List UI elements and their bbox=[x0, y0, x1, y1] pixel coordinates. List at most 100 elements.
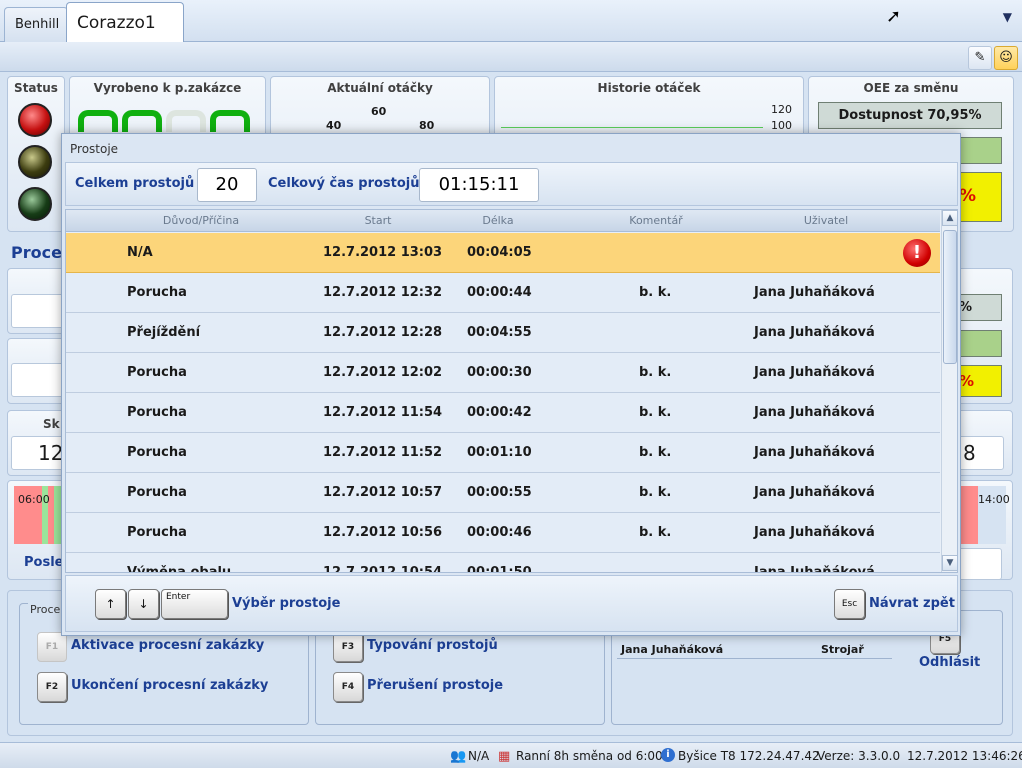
col-reason[interactable]: Důvod/Příčina bbox=[126, 214, 276, 227]
cell-comment: b. k. bbox=[639, 285, 672, 300]
cell-length: 00:00:44 bbox=[467, 285, 532, 300]
counter-digit bbox=[78, 110, 118, 132]
back-button[interactable]: Návrat zpět bbox=[869, 596, 955, 611]
cell-start: 12.7.2012 10:54 bbox=[323, 565, 443, 573]
users-icon: 👥 bbox=[450, 749, 467, 764]
right-input bbox=[958, 548, 1002, 580]
settings-tools-icon[interactable]: ✎ bbox=[968, 46, 992, 70]
mouse-cursor-icon: ➚ bbox=[886, 6, 902, 27]
cell-length: 00:01:10 bbox=[467, 445, 532, 460]
status-light-green bbox=[18, 187, 52, 221]
col-user[interactable]: Uživatel bbox=[766, 214, 886, 227]
left-input bbox=[11, 294, 65, 328]
gauge-tick: 80 bbox=[419, 119, 435, 132]
status-light-red bbox=[18, 103, 52, 137]
sku-value: 12 bbox=[11, 436, 65, 470]
table-header: Důvod/Příčina Start Délka Komentář Uživa… bbox=[66, 210, 940, 232]
scroll-thumb[interactable] bbox=[943, 230, 957, 364]
chevron-down-icon[interactable]: ▼ bbox=[1003, 10, 1012, 24]
dialog-title: Prostoje bbox=[70, 142, 119, 156]
aktivace-button[interactable]: Aktivace procesní zakázky bbox=[71, 638, 264, 653]
cell-length: 00:00:42 bbox=[467, 405, 532, 420]
status-server: Byšice T8 172.24.47.42 bbox=[678, 749, 820, 763]
enter-key[interactable]: Enter bbox=[161, 589, 228, 619]
cell-start: 12.7.2012 10:56 bbox=[323, 525, 443, 540]
table-row[interactable]: Výměna obalu 12.7.2012 10:54 00:01:50 Ja… bbox=[66, 553, 940, 573]
cell-user: Jana Juhaňáková bbox=[754, 405, 875, 420]
cell-comment: b. k. bbox=[639, 525, 672, 540]
cell-user: Jana Juhaňáková bbox=[754, 565, 875, 573]
table-row[interactable]: Přejíždění 12.7.2012 12:28 00:04:55 Jana… bbox=[66, 313, 940, 353]
cell-user: Jana Juhaňáková bbox=[754, 485, 875, 500]
cell-length: 00:01:50 bbox=[467, 565, 532, 573]
info-icon: i bbox=[661, 748, 675, 762]
cell-user: Jana Juhaňáková bbox=[754, 365, 875, 380]
cell-reason: Porucha bbox=[127, 485, 187, 500]
status-version: Verze: 3.3.0.0 bbox=[817, 749, 901, 763]
f1-key[interactable]: F1 bbox=[37, 632, 67, 662]
status-bar: 👥 N/A ▦ Ranní 8h směna od 6:00 i Byšice … bbox=[0, 742, 1022, 768]
table-row[interactable]: Porucha 12.7.2012 11:54 00:00:42 b. k. J… bbox=[66, 393, 940, 433]
scroll-up-icon[interactable]: ▲ bbox=[942, 210, 957, 226]
logout-button[interactable]: Odhlásit bbox=[919, 655, 980, 670]
tab-benhill[interactable]: Benhill bbox=[4, 7, 68, 42]
status-user: N/A bbox=[468, 749, 490, 763]
table-row[interactable]: Porucha 12.7.2012 12:02 00:00:30 b. k. J… bbox=[66, 353, 940, 393]
cell-user: Jana Juhaňáková bbox=[754, 445, 875, 460]
cell-length: 00:04:55 bbox=[467, 325, 532, 340]
cell-comment: b. k. bbox=[639, 405, 672, 420]
history-tick: 120 bbox=[771, 103, 792, 116]
col-comment[interactable]: Komentář bbox=[606, 214, 706, 227]
f4-key[interactable]: F4 bbox=[333, 672, 363, 702]
cell-start: 12.7.2012 12:28 bbox=[323, 325, 443, 340]
otacky-title: Aktuální otáčky bbox=[327, 81, 433, 95]
history-line bbox=[501, 127, 763, 128]
summary-bar: Celkem prostojů 20 Celkový čas prostojů … bbox=[65, 162, 958, 206]
user-icon[interactable]: ☺ bbox=[994, 46, 1018, 70]
table-row[interactable]: Porucha 12.7.2012 10:57 00:00:55 b. k. J… bbox=[66, 473, 940, 513]
counter-digit bbox=[166, 110, 206, 132]
cell-comment: b. k. bbox=[639, 445, 672, 460]
timeline-start: 06:00 bbox=[18, 493, 50, 506]
f2-key[interactable]: F2 bbox=[37, 672, 67, 702]
preruseni-button[interactable]: Přerušení prostoje bbox=[367, 678, 503, 693]
celkem-label: Celkem prostojů bbox=[75, 176, 195, 191]
process-group-title: Proce bbox=[28, 603, 63, 616]
status-light-yellow bbox=[18, 145, 52, 179]
tab-corazzo1[interactable]: Corazzo1 bbox=[66, 2, 184, 43]
f3-key[interactable]: F3 bbox=[333, 632, 363, 662]
table-row[interactable]: N/A 12.7.2012 13:03 00:04:05 ! bbox=[66, 233, 940, 273]
calendar-icon: ▦ bbox=[498, 749, 511, 764]
esc-key[interactable]: Esc bbox=[834, 589, 865, 619]
cell-reason: Výměna obalu bbox=[127, 565, 232, 573]
timeline-end: 14:00 bbox=[978, 493, 1010, 506]
table-row[interactable]: Porucha 12.7.2012 12:32 00:00:44 b. k. J… bbox=[66, 273, 940, 313]
arrow-down-key[interactable]: ↓ bbox=[128, 589, 159, 619]
typovani-button[interactable]: Typování prostojů bbox=[367, 638, 498, 653]
user-table-name: Jana Juhaňáková bbox=[621, 643, 724, 656]
error-icon: ! bbox=[903, 239, 931, 267]
historie-title: Historie otáček bbox=[597, 81, 701, 95]
table-row[interactable]: Porucha 12.7.2012 10:56 00:00:46 b. k. J… bbox=[66, 513, 940, 553]
col-length[interactable]: Délka bbox=[458, 214, 538, 227]
history-tick: 100 bbox=[771, 119, 792, 132]
cell-comment: b. k. bbox=[639, 365, 672, 380]
downtime-table: Důvod/Příčina Start Délka Komentář Uživa… bbox=[65, 209, 958, 573]
status-shift: Ranní 8h směna od 6:00 bbox=[516, 749, 663, 763]
col-start[interactable]: Start bbox=[338, 214, 418, 227]
cell-length: 00:00:30 bbox=[467, 365, 532, 380]
arrow-up-key[interactable]: ↑ bbox=[95, 589, 126, 619]
cell-reason: Přejíždění bbox=[127, 325, 201, 340]
vyrobeno-title: Vyrobeno k p.zakázce bbox=[93, 81, 242, 95]
ukonceni-button[interactable]: Ukončení procesní zakázky bbox=[71, 678, 268, 693]
gauge-tick: 40 bbox=[326, 119, 342, 132]
table-scrollbar[interactable]: ▲ ▼ bbox=[941, 210, 957, 572]
cas-label: Celkový čas prostojů bbox=[268, 176, 420, 191]
celkem-value: 20 bbox=[197, 168, 257, 202]
posledni-label: Posle bbox=[24, 555, 64, 570]
scroll-down-icon[interactable]: ▼ bbox=[942, 555, 957, 571]
cell-reason: Porucha bbox=[127, 445, 187, 460]
gauge-tick: 60 bbox=[371, 105, 387, 118]
table-row[interactable]: Porucha 12.7.2012 11:52 00:01:10 b. k. J… bbox=[66, 433, 940, 473]
select-downtime-button[interactable]: Výběr prostoje bbox=[232, 596, 340, 611]
